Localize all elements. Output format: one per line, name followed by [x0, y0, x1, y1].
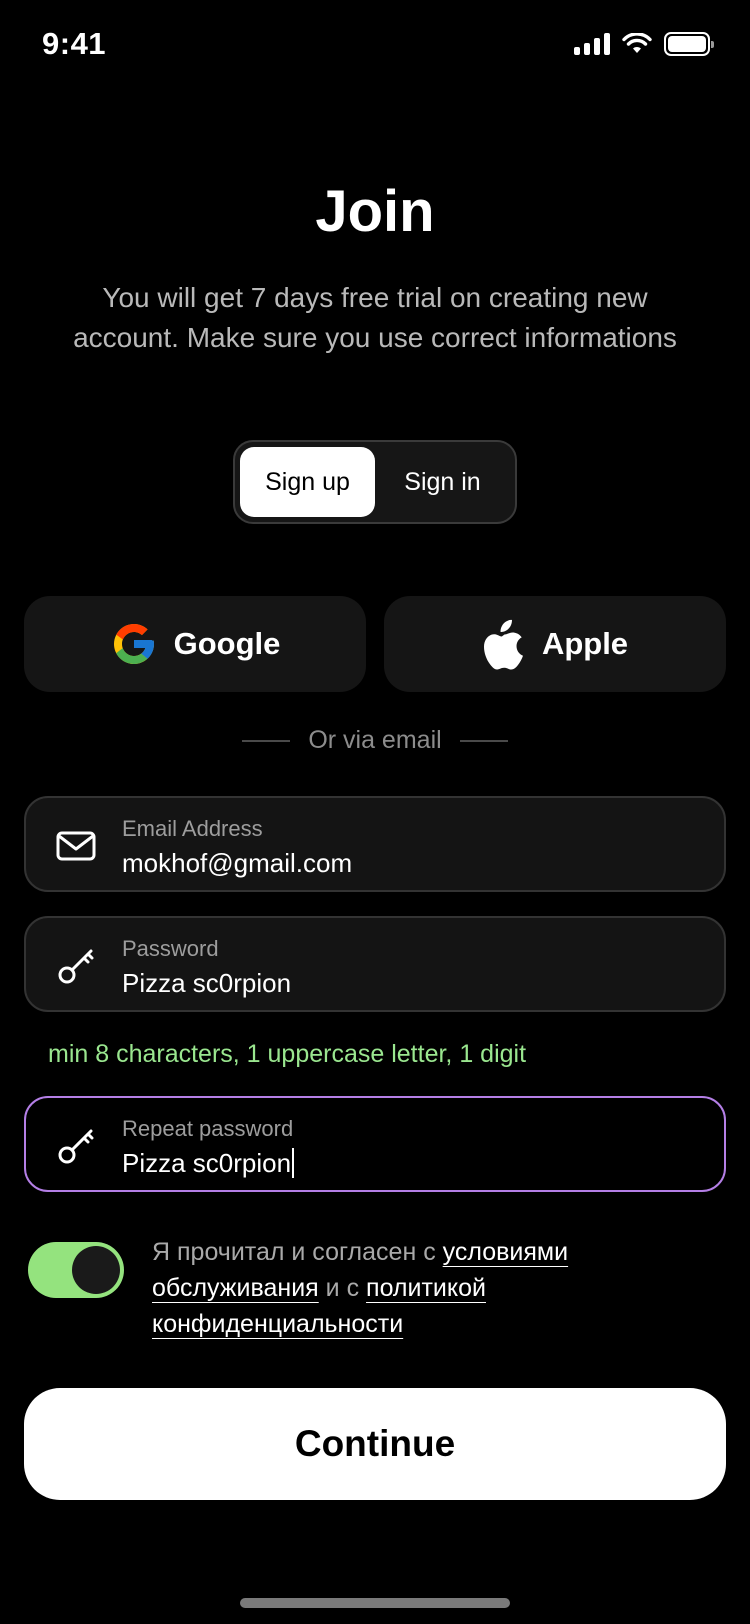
password-field[interactable]: Password Pizza sc0rpion: [24, 916, 726, 1012]
terms-text-part2: и с: [318, 1274, 367, 1302]
terms-text: Я прочитал и согласен с условиями обслуж…: [152, 1234, 712, 1342]
email-divider: Or via email: [0, 726, 750, 755]
tab-sign-in[interactable]: Sign in: [375, 447, 510, 517]
page-title: Join: [315, 179, 435, 244]
apple-signin-button[interactable]: Apple: [384, 596, 726, 692]
page-subtitle: You will get 7 days free trial on creati…: [73, 282, 677, 353]
repeat-password-text: Pizza sc0rpion: [122, 1148, 292, 1178]
status-bar: 9:41: [0, 0, 750, 92]
email-field-value[interactable]: mokhof@gmail.com: [122, 848, 352, 879]
toggle-knob: [72, 1246, 120, 1294]
repeat-password-field-label: Repeat password: [122, 1116, 294, 1141]
battery-icon: [664, 32, 714, 56]
continue-button[interactable]: Continue: [24, 1388, 726, 1500]
password-requirements-hint: min 8 characters, 1 uppercase letter, 1 …: [48, 1040, 527, 1068]
divider-line-right: [459, 739, 508, 742]
divider-text: Or via email: [308, 726, 442, 754]
wifi-icon: [622, 33, 652, 53]
google-logo-icon: [113, 624, 154, 664]
status-icons: [574, 32, 714, 56]
status-time: 9:41: [42, 26, 107, 61]
terms-toggle[interactable]: [28, 1242, 124, 1298]
repeat-password-field-value[interactable]: Pizza sc0rpion: [122, 1148, 295, 1179]
terms-text-part1: Я прочитал и согласен с: [152, 1238, 443, 1266]
tab-sign-up[interactable]: Sign up: [240, 447, 375, 517]
key-icon: [58, 1129, 94, 1164]
text-caret: [292, 1148, 295, 1178]
divider-line-left: [242, 739, 291, 742]
email-field-label: Email Address: [122, 816, 263, 841]
password-field-label: Password: [122, 936, 219, 961]
repeat-password-field[interactable]: Repeat password Pizza sc0rpion: [24, 1096, 726, 1192]
home-indicator[interactable]: [240, 1598, 510, 1608]
join-screen: 9:41 Join You will get 7 days free trial…: [0, 0, 750, 1624]
google-button-label: Google: [173, 626, 281, 661]
apple-logo-icon: [483, 619, 523, 670]
apple-button-label: Apple: [541, 626, 629, 661]
cellular-signal-icon: [574, 33, 610, 55]
mail-icon: [56, 831, 96, 861]
key-icon: [58, 949, 94, 984]
google-signin-button[interactable]: Google: [24, 596, 366, 692]
email-field[interactable]: Email Address mokhof@gmail.com: [24, 796, 726, 892]
password-field-value[interactable]: Pizza sc0rpion: [122, 968, 291, 999]
auth-mode-switcher: Sign up Sign in: [233, 440, 517, 524]
